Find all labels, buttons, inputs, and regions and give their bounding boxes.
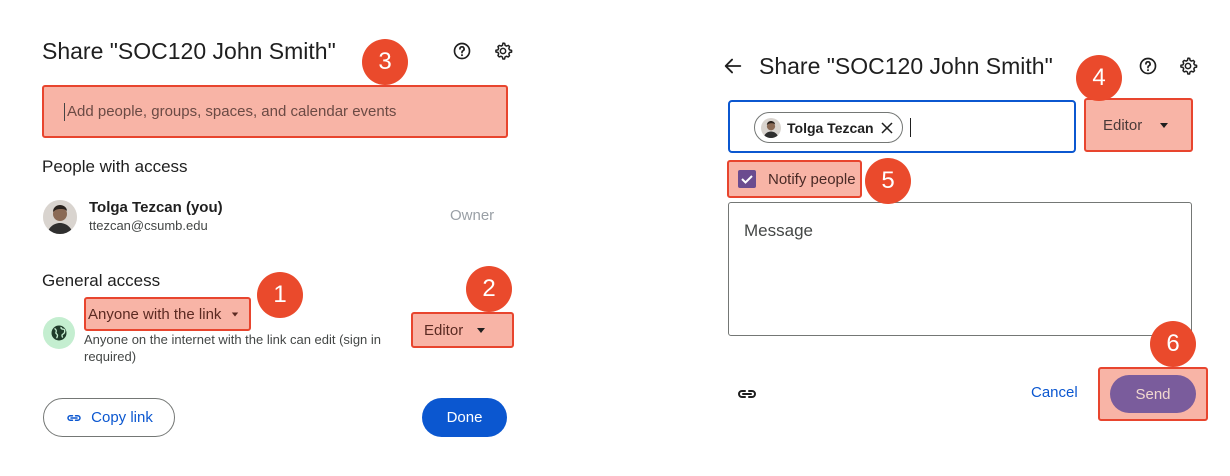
owner-name: Tolga Tezcan (you): [89, 199, 223, 216]
step-badge-4: 4: [1076, 55, 1122, 101]
help-icon[interactable]: [1135, 53, 1161, 79]
cancel-button[interactable]: Cancel: [1031, 384, 1078, 401]
help-icon[interactable]: [449, 38, 475, 64]
send-button[interactable]: Send: [1110, 375, 1196, 413]
dialog-title: Share "SOC120 John Smith": [759, 53, 1053, 79]
send-label: Send: [1135, 385, 1171, 403]
link-icon[interactable]: [735, 382, 759, 406]
text-cursor: [910, 118, 911, 137]
chevron-down-icon: [477, 327, 486, 333]
step-badge-3: 3: [362, 39, 408, 85]
back-arrow-icon[interactable]: [722, 55, 744, 77]
globe-icon: [43, 317, 75, 349]
link-role-dropdown[interactable]: Editor: [411, 312, 514, 348]
step-badge-1: 1: [257, 272, 303, 318]
notify-people-label: Notify people: [768, 170, 856, 188]
avatar: [43, 200, 77, 234]
step-badge-5: 5: [865, 158, 911, 204]
people-with-access-header: People with access: [42, 157, 188, 176]
link-role-label: Editor: [424, 321, 464, 339]
dialog-title: Share "SOC120 John Smith": [42, 38, 336, 64]
chevron-down-icon: [1160, 122, 1169, 128]
owner-role: Owner: [450, 207, 495, 224]
close-icon[interactable]: [880, 121, 894, 135]
message-placeholder: Message: [744, 221, 813, 240]
recipient-role-dropdown[interactable]: Editor: [1084, 98, 1193, 152]
copy-link-button[interactable]: Copy link: [43, 398, 175, 437]
add-people-placeholder: Add people, groups, spaces, and calendar…: [67, 103, 397, 120]
chip-avatar: [761, 117, 781, 138]
recipients-input[interactable]: Tolga Tezcan: [728, 100, 1076, 153]
add-people-input[interactable]: Add people, groups, spaces, and calendar…: [42, 85, 508, 138]
chip-name: Tolga Tezcan: [787, 119, 874, 136]
access-option-label: Anyone with the link: [88, 305, 222, 323]
done-label: Done: [446, 409, 483, 426]
step-badge-6: 6: [1150, 321, 1196, 367]
settings-icon[interactable]: [490, 38, 516, 64]
copy-link-label: Copy link: [91, 409, 153, 426]
message-textarea[interactable]: Message: [728, 202, 1192, 336]
recipient-role-label: Editor: [1103, 116, 1143, 134]
general-access-dropdown[interactable]: Anyone with the link: [84, 297, 251, 331]
settings-icon[interactable]: [1175, 53, 1201, 79]
recipient-chip[interactable]: Tolga Tezcan: [754, 112, 903, 143]
step-badge-2: 2: [466, 266, 512, 312]
access-description: Anyone on the internet with the link can…: [84, 332, 382, 364]
chevron-down-icon: [232, 312, 239, 316]
send-button-highlight: Send: [1098, 367, 1208, 421]
general-access-header: General access: [42, 271, 161, 290]
text-cursor: [64, 102, 65, 121]
done-button[interactable]: Done: [422, 398, 507, 437]
owner-email: ttezcan@csumb.edu: [89, 218, 208, 233]
notify-people-checkbox[interactable]: Notify people: [727, 160, 862, 198]
checkbox-icon: [738, 170, 756, 188]
link-icon: [67, 414, 81, 421]
